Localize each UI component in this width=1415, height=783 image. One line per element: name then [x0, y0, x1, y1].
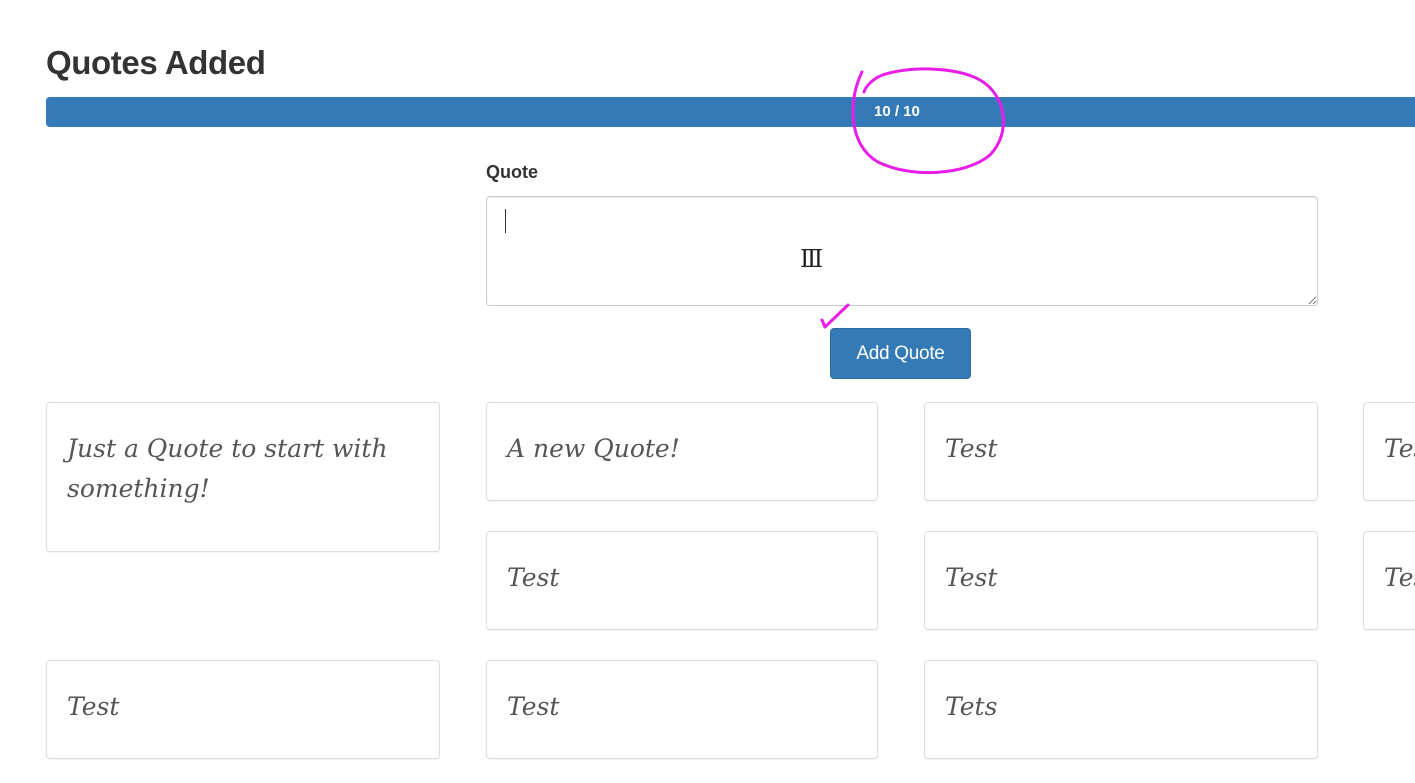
quote-card[interactable]: A new Quote!: [486, 402, 878, 501]
quote-text: Tets: [945, 692, 998, 721]
quote-text: Test: [1384, 434, 1415, 463]
progress-label: 10 / 10: [874, 103, 920, 120]
quote-label: Quote: [486, 162, 538, 182]
quote-text: A new Quote!: [507, 434, 680, 463]
quote-text: Test: [67, 692, 120, 721]
page: Quotes Added 10 / 10 Quote Ⅲ Add Quote J…: [0, 0, 1415, 783]
quote-card[interactable]: Test: [46, 660, 440, 759]
progress-bar-fill: [46, 97, 1415, 127]
quote-text: Just a Quote to start with something!: [67, 434, 388, 503]
quote-card[interactable]: Test: [924, 402, 1318, 501]
quote-card[interactable]: Test: [486, 531, 878, 630]
quote-card[interactable]: Test: [486, 660, 878, 759]
annotation-checkmark: [820, 303, 850, 329]
ibeam-cursor-icon: Ⅲ: [800, 245, 824, 273]
add-quote-button[interactable]: Add Quote: [830, 328, 971, 379]
quotes-progress: 10 / 10: [46, 97, 1415, 127]
quote-text: Test: [507, 563, 560, 592]
quote-card[interactable]: Just a Quote to start with something!: [46, 402, 440, 552]
quote-card[interactable]: Test: [1363, 531, 1415, 630]
text-caret: [505, 209, 506, 233]
quote-input[interactable]: [486, 196, 1318, 306]
quote-card[interactable]: Test: [1363, 402, 1415, 501]
quote-text: Test: [1384, 563, 1415, 592]
page-title: Quotes Added: [46, 44, 266, 81]
quote-text: Test: [945, 434, 998, 463]
quote-text: Test: [507, 692, 560, 721]
quote-card[interactable]: Test: [924, 531, 1318, 630]
quote-card[interactable]: Tets: [924, 660, 1318, 759]
quote-text: Test: [945, 563, 998, 592]
